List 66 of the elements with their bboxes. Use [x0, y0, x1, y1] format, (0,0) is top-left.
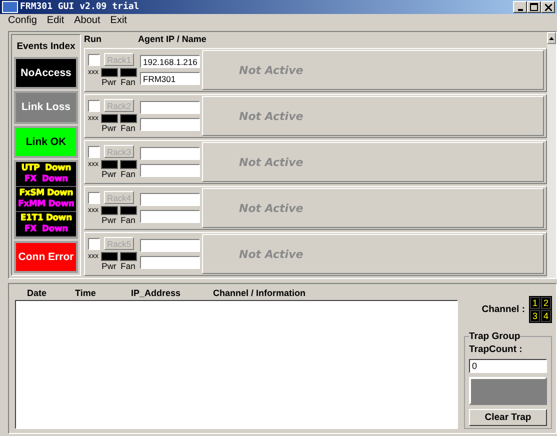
rack-status-text: Not Active — [239, 248, 304, 260]
log-column-header: Channel / Information — [213, 288, 306, 298]
trap-group-title: Trap Group — [469, 331, 520, 342]
fan-label: Fan — [120, 169, 136, 179]
window-title: FRM301 GUI v2.09 trial — [20, 2, 140, 12]
event-legend-item: Conn Error — [14, 240, 78, 273]
fan-indicator — [120, 68, 136, 77]
power-label: Pwr — [102, 77, 116, 87]
run-column-header: Run — [84, 34, 102, 46]
event-legend-item: Link OK — [14, 126, 78, 158]
menu-item[interactable]: Exit — [110, 15, 127, 26]
fan-label: Fan — [120, 123, 136, 133]
power-indicator — [100, 252, 118, 261]
agent-name-field[interactable] — [140, 164, 200, 177]
maximize-button[interactable] — [527, 1, 541, 14]
trap-count-field[interactable]: 0 — [469, 359, 547, 373]
fan-indicator — [120, 114, 136, 123]
trap-count-label: TrapCount : — [469, 344, 524, 355]
event-legend-item: NoAccess — [14, 57, 78, 90]
clear-trap-button[interactable]: Clear Trap — [469, 409, 547, 426]
rack-status-text: Not Active — [239, 64, 304, 76]
agent-column-header: Agent IP / Name — [138, 34, 206, 46]
power-label: Pwr — [102, 169, 116, 179]
agent-name-field[interactable] — [140, 256, 200, 269]
fan-label: Fan — [120, 215, 136, 225]
channel-indicator: 1 — [530, 297, 540, 309]
fan-label: Fan — [120, 77, 136, 87]
power-indicator — [100, 206, 118, 215]
log-column-header: IP_Address — [131, 288, 182, 298]
event-legend-item: Link Loss — [14, 91, 78, 124]
log-column-header: Time — [75, 288, 97, 298]
close-button[interactable] — [541, 1, 555, 14]
maximize-icon — [530, 3, 538, 12]
app-icon — [2, 1, 18, 14]
agent-ip-field[interactable] — [140, 147, 200, 160]
agent-name-field[interactable] — [140, 118, 200, 131]
agent-name-field[interactable] — [140, 210, 200, 223]
power-label: Pwr — [102, 215, 116, 225]
agent-ip-field[interactable] — [140, 101, 200, 114]
power-label: Pwr — [102, 123, 116, 133]
menu-item[interactable]: Edit — [46, 15, 64, 26]
scroll-up-icon[interactable] — [547, 32, 556, 44]
power-indicator — [100, 68, 118, 77]
power-indicator — [100, 114, 118, 123]
fan-indicator — [120, 206, 136, 215]
events-index-title: Events Index — [16, 40, 76, 54]
close-icon — [544, 4, 552, 11]
power-indicator — [100, 160, 118, 169]
rack-status-text: Not Active — [239, 202, 304, 214]
menu-item[interactable]: About — [74, 15, 100, 26]
minimize-button[interactable] — [513, 1, 527, 14]
rack-status-text: Not Active — [239, 110, 304, 122]
fan-indicator — [120, 160, 136, 169]
agent-ip-field[interactable] — [140, 239, 200, 252]
channel-label: Channel : — [482, 304, 525, 315]
channel-indicator: 2 — [541, 297, 551, 309]
agent-ip-field[interactable] — [140, 193, 200, 206]
channel-indicator: 4 — [541, 310, 551, 322]
fan-label: Fan — [120, 261, 136, 271]
menu-item[interactable]: Config — [8, 15, 37, 26]
log-column-header: Date — [26, 288, 48, 298]
fan-indicator — [120, 252, 136, 261]
vertical-scrollbar[interactable] — [547, 32, 556, 278]
rack-status-text: Not Active — [239, 156, 304, 168]
power-label: Pwr — [102, 261, 116, 271]
channel-indicator: 3 — [530, 310, 540, 322]
